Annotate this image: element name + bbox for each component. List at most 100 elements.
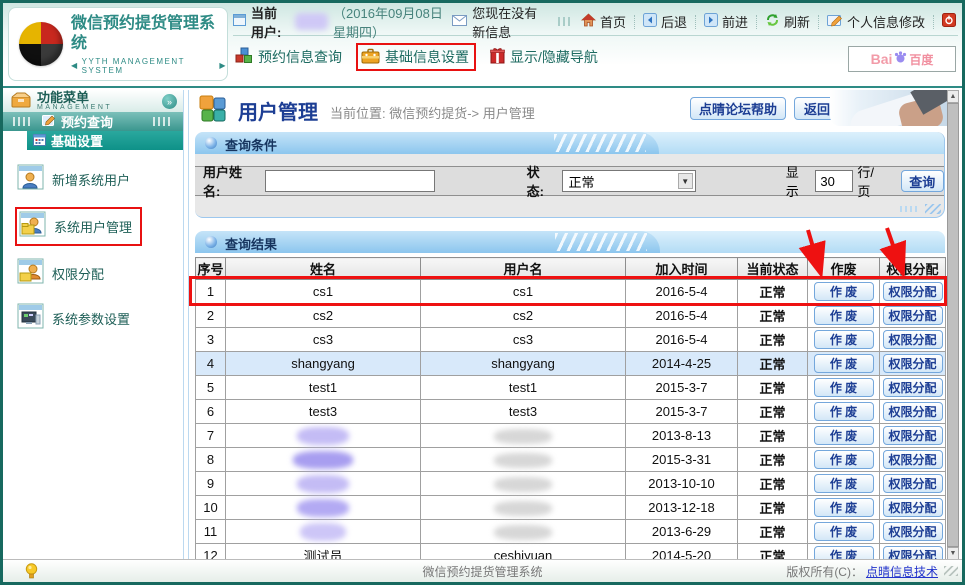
cell-status: 正常 (738, 496, 808, 520)
cell-permission: 权限分配 (880, 544, 946, 561)
results-panel-title: 查询结果 (225, 234, 277, 253)
void-button[interactable]: 作 废 (814, 330, 874, 349)
resize-grip-icon (944, 566, 958, 576)
void-button[interactable]: 作 废 (814, 522, 874, 541)
permission-assign-button[interactable]: 权限分配 (883, 402, 943, 421)
top-banner: 微信预约提货管理系统 ◀ YYTH MANAGEMENT SYSTEM ▶ 当前… (3, 3, 962, 88)
col-name: 姓名 (226, 258, 421, 280)
cell-permission: 权限分配 (880, 376, 946, 400)
redacted-username (494, 501, 552, 516)
void-button[interactable]: 作 废 (814, 282, 874, 301)
tick-decoration (558, 17, 572, 26)
redacted-username (494, 525, 552, 540)
cell-join-date: 2015-3-7 (626, 400, 738, 424)
cell-void: 作 废 (808, 544, 880, 561)
cell-name[interactable]: shangyang (226, 352, 421, 376)
void-button[interactable]: 作 废 (814, 474, 874, 493)
nav-profile-edit[interactable]: 个人信息修改 (827, 12, 925, 31)
permission-assign-button[interactable]: 权限分配 (883, 450, 943, 469)
cell-name[interactable] (226, 520, 421, 544)
sidebar-section-reservation-query[interactable]: 预约查询 (3, 112, 183, 131)
vertical-scrollbar[interactable]: ▲ ▼ (947, 90, 959, 560)
table-header-row: 序号 姓名 用户名 加入时间 当前状态 作废 权限分配 (196, 258, 946, 280)
cell-name[interactable]: cs2 (226, 304, 421, 328)
sidebar-section-base-settings[interactable]: 基础设置 (27, 131, 183, 150)
logout-power-icon[interactable] (942, 13, 956, 30)
sidebar-item-add-user[interactable]: 新增系统用户 (15, 162, 136, 197)
void-button[interactable]: 作 废 (814, 546, 874, 560)
scroll-up-icon[interactable]: ▲ (947, 90, 959, 103)
nav-back[interactable]: 后退 (643, 12, 687, 31)
cell-name[interactable]: 测试员 (226, 544, 421, 561)
permission-assign-button[interactable]: 权限分配 (883, 426, 943, 445)
cell-name[interactable] (226, 424, 421, 448)
permission-assign-button[interactable]: 权限分配 (883, 378, 943, 397)
cell-no: 5 (196, 376, 226, 400)
void-button[interactable]: 作 废 (814, 378, 874, 397)
divider (933, 15, 934, 29)
sidebar-item-permission-assignment[interactable]: 权限分配 (15, 256, 110, 291)
permission-assign-button[interactable]: 权限分配 (883, 474, 943, 493)
nav-refresh[interactable]: 刷新 (765, 12, 810, 31)
handshake-photo (830, 90, 948, 126)
void-button[interactable]: 作 废 (814, 306, 874, 325)
cell-username: test1 (421, 376, 626, 400)
function-menu-icon (11, 90, 31, 113)
rows-suffix-label: 行/页 (857, 162, 886, 200)
sidebar-subtitle: MANAGEMENT (37, 104, 162, 111)
envelope-icon (452, 14, 467, 29)
cell-name[interactable]: cs3 (226, 328, 421, 352)
cell-name[interactable]: test1 (226, 376, 421, 400)
page-title: 用户管理 (238, 96, 318, 125)
query-panel-header: 查询条件 (195, 132, 944, 154)
void-button[interactable]: 作 废 (814, 354, 874, 373)
cell-name[interactable]: cs1 (226, 280, 421, 304)
sidebar-item-user-management[interactable]: 系统用户管理 (15, 207, 142, 246)
chevron-down-icon: ▼ (678, 173, 693, 189)
void-button[interactable]: 作 废 (814, 450, 874, 469)
cell-join-date: 2013-6-29 (626, 520, 738, 544)
permission-assign-button[interactable]: 权限分配 (883, 330, 943, 349)
table-row: 2 cs2 cs2 2016-5-4 正常 作 废 权限分配 (196, 304, 946, 328)
cell-status: 正常 (738, 424, 808, 448)
query-panel-title: 查询条件 (225, 135, 277, 154)
menu-reservation-query[interactable]: 预约信息查询 (235, 47, 342, 67)
main-menu-bar: 预约信息查询 基础信息设置 显示/隐藏导航 (235, 42, 598, 72)
permission-assign-button[interactable]: 权限分配 (883, 306, 943, 325)
baidu-search-box[interactable]: Bai 百度 (848, 46, 956, 72)
permission-assign-button[interactable]: 权限分配 (883, 546, 943, 560)
menu-toggle-navigation[interactable]: 显示/隐藏导航 (490, 47, 598, 67)
void-button[interactable]: 作 废 (814, 402, 874, 421)
forum-help-button[interactable]: 点晴论坛帮助 (690, 97, 786, 120)
search-button[interactable]: 查询 (901, 170, 944, 192)
permission-assign-button[interactable]: 权限分配 (883, 498, 943, 517)
cell-name[interactable] (226, 472, 421, 496)
collapse-chevron-icon[interactable]: » (162, 94, 177, 109)
col-void: 作废 (808, 258, 880, 280)
cell-void: 作 废 (808, 424, 880, 448)
void-button[interactable]: 作 废 (814, 426, 874, 445)
nav-forward[interactable]: 前进 (704, 12, 748, 31)
nav-home[interactable]: 首页 (581, 12, 626, 31)
sidebar-item-system-parameters[interactable]: 系统参数设置 (15, 301, 136, 336)
permission-assign-button[interactable]: 权限分配 (883, 282, 943, 301)
copyright-link[interactable]: 点晴信息技术 (866, 563, 938, 580)
cell-status: 正常 (738, 472, 808, 496)
footer: 微信预约提货管理系统 版权所有(C)： 点晴信息技术 (3, 559, 962, 582)
subtitle-left-arrow: ◀ (71, 61, 79, 70)
status-select[interactable]: 正常 ▼ (562, 170, 695, 192)
cell-status: 正常 (738, 544, 808, 561)
cell-name[interactable] (226, 496, 421, 520)
rows-per-page-input[interactable] (815, 170, 853, 192)
cell-no: 3 (196, 328, 226, 352)
permission-assign-button[interactable]: 权限分配 (883, 522, 943, 541)
tick-decoration (13, 117, 33, 126)
username-input[interactable] (265, 170, 435, 192)
cell-name[interactable] (226, 448, 421, 472)
menu-base-settings[interactable]: 基础信息设置 (356, 43, 476, 71)
scrollbar-thumb[interactable] (947, 103, 959, 547)
cell-name[interactable]: test3 (226, 400, 421, 424)
sidebar-splitter[interactable] (183, 90, 189, 560)
permission-assign-button[interactable]: 权限分配 (883, 354, 943, 373)
void-button[interactable]: 作 废 (814, 498, 874, 517)
